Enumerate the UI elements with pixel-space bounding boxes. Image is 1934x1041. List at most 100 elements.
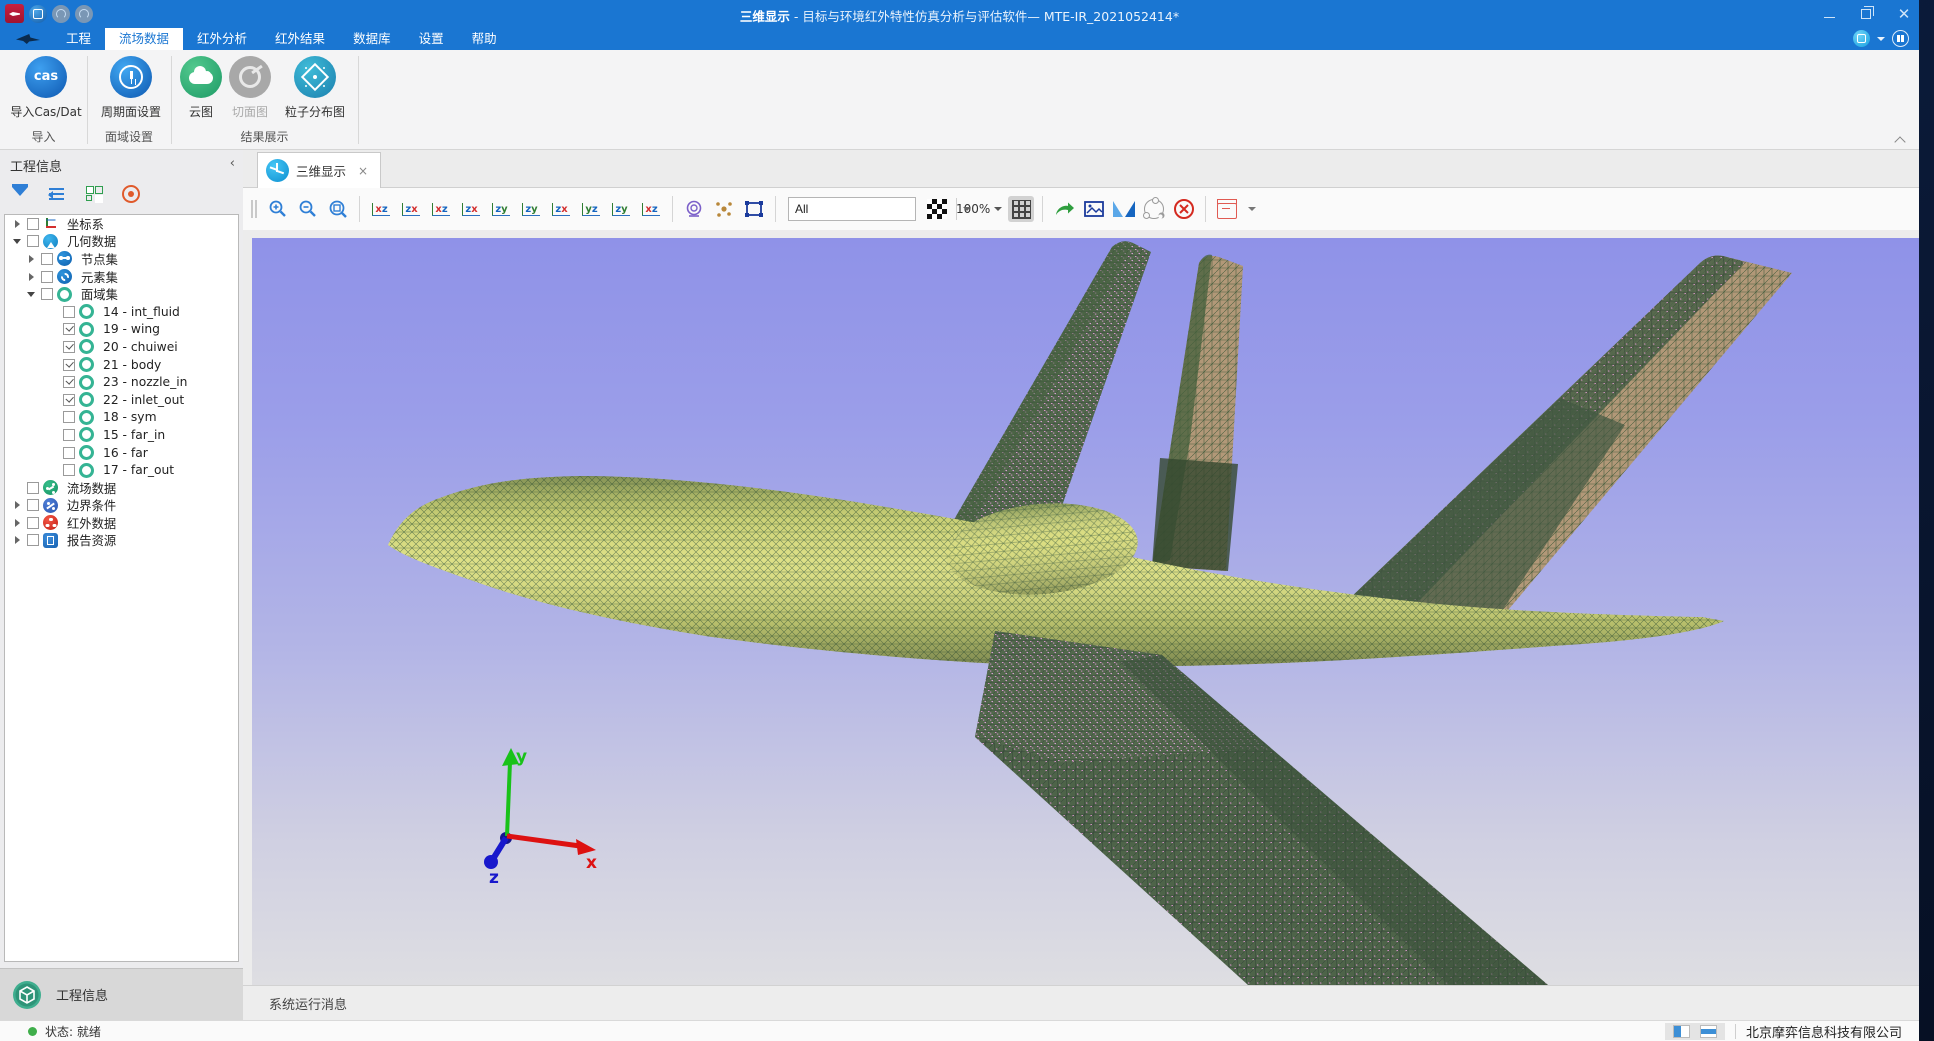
axis-view-button[interactable]: zx — [458, 196, 484, 222]
menu-item-database[interactable]: 数据库 — [339, 28, 405, 50]
tree-item[interactable]: 坐标系 — [5, 215, 238, 233]
cancel-icon[interactable] — [1171, 196, 1197, 222]
tab-close-icon[interactable]: × — [358, 164, 368, 178]
menu-item-settings[interactable]: 设置 — [405, 28, 458, 50]
axis-view-button[interactable]: xz — [368, 196, 394, 222]
menu-item-project[interactable]: 工程 — [52, 28, 105, 50]
visibility-checkbox[interactable] — [63, 341, 75, 353]
tree-item[interactable]: 19 - wing — [5, 321, 238, 339]
tree-item[interactable]: 16 - far — [5, 444, 238, 462]
axis-view-button[interactable]: xz — [428, 196, 454, 222]
orbit-icon[interactable] — [1141, 196, 1167, 222]
visibility-checkbox[interactable] — [63, 394, 75, 406]
axis-view-button[interactable]: zy — [608, 196, 634, 222]
project-info-panel-button[interactable]: 工程信息 — [0, 968, 243, 1020]
title-bar[interactable]: 三维显示 - 目标与环境红外特性仿真分析与评估软件— MTE-IR_202105… — [0, 0, 1919, 28]
visibility-checkbox[interactable] — [41, 253, 53, 265]
visibility-checkbox[interactable] — [63, 447, 75, 459]
axis-view-button[interactable]: zx — [398, 196, 424, 222]
tree-item[interactable]: 18 - sym — [5, 409, 238, 427]
grid-toggle-icon[interactable] — [1008, 196, 1034, 222]
tree-item[interactable]: 边界条件 — [5, 497, 238, 515]
visibility-checkbox[interactable] — [27, 517, 39, 529]
axis-view-button[interactable]: yz — [578, 196, 604, 222]
visibility-checkbox[interactable] — [41, 288, 53, 300]
minimize-button[interactable] — [1824, 10, 1835, 18]
zoom-in-icon[interactable] — [265, 196, 291, 222]
ribbon-collapse-icon[interactable] — [1896, 136, 1905, 142]
tree-item[interactable]: 20 - chuiwei — [5, 338, 238, 356]
axis-view-button[interactable]: zy — [488, 196, 514, 222]
import-casdat-button[interactable]: cas 导入Cas/Dat — [8, 56, 84, 120]
tree-item[interactable]: 17 - far_out — [5, 461, 238, 479]
tree-item[interactable]: 22 - inlet_out — [5, 391, 238, 409]
transparency-checker-icon[interactable] — [924, 196, 950, 222]
expander-closed-icon[interactable] — [11, 498, 25, 512]
menu-item-ir-analysis[interactable]: 红外分析 — [183, 28, 261, 50]
contour-button[interactable]: 云图 — [178, 56, 224, 120]
particle-distribution-button[interactable]: 粒子分布图 — [276, 56, 354, 120]
bottom-panel-toggle-icon[interactable] — [1700, 1025, 1717, 1038]
screenshot-icon[interactable] — [1081, 196, 1107, 222]
visibility-checkbox[interactable] — [63, 323, 75, 335]
package-dropdown-icon[interactable] — [1248, 207, 1256, 215]
mirror-icon[interactable] — [1111, 196, 1137, 222]
axis-view-button[interactable]: xz — [638, 196, 664, 222]
visibility-checkbox[interactable] — [63, 306, 75, 318]
axis-view-button[interactable]: zx — [548, 196, 574, 222]
expander-closed-icon[interactable] — [25, 270, 39, 284]
visibility-checkbox[interactable] — [27, 499, 39, 511]
zoom-out-icon[interactable] — [295, 196, 321, 222]
select-region-icon[interactable] — [741, 196, 767, 222]
tree-item[interactable]: 元素集 — [5, 268, 238, 286]
tree-item[interactable]: 面域集 — [5, 285, 238, 303]
display-filter-combobox[interactable] — [788, 197, 916, 221]
visibility-checkbox[interactable] — [27, 235, 39, 247]
visibility-checkbox[interactable] — [41, 271, 53, 283]
restore-button[interactable] — [1861, 9, 1871, 19]
export-arrow-icon[interactable] — [1051, 196, 1077, 222]
tree-item[interactable]: 23 - nozzle_in — [5, 373, 238, 391]
expander-open-icon[interactable] — [25, 287, 39, 301]
menu-item-ir-result[interactable]: 红外结果 — [261, 28, 339, 50]
periodic-surface-button[interactable]: 周期面设置 — [95, 56, 167, 120]
style-icon[interactable] — [1853, 30, 1870, 47]
expander-closed-icon[interactable] — [11, 533, 25, 547]
visibility-checkbox[interactable] — [27, 218, 39, 230]
locate-icon[interactable] — [121, 184, 141, 204]
visibility-checkbox[interactable] — [63, 429, 75, 441]
tree-item[interactable]: 15 - far_in — [5, 426, 238, 444]
panel-collapse-icon[interactable]: ‹ — [230, 156, 235, 171]
tab-3d-display[interactable]: 三维显示 × — [257, 152, 381, 188]
tree-item[interactable]: 节点集 — [5, 250, 238, 268]
visibility-checkbox[interactable] — [27, 482, 39, 494]
menu-item-flowfield[interactable]: 流场数据 — [105, 28, 183, 50]
style-dropdown-icon[interactable] — [1877, 37, 1885, 45]
tree-item[interactable]: 流场数据 — [5, 479, 238, 497]
expander-open-icon[interactable] — [11, 234, 25, 248]
tree-item[interactable]: 报告资源 — [5, 532, 238, 550]
collapse-list-icon[interactable] — [47, 184, 67, 204]
tree-item[interactable]: 红外数据 — [5, 514, 238, 532]
scatter-nodes-icon[interactable] — [711, 196, 737, 222]
menu-item-help[interactable]: 帮助 — [458, 28, 511, 50]
zoom-fit-icon[interactable] — [325, 196, 351, 222]
tree-item[interactable]: 几何数据 — [5, 233, 238, 251]
expander-closed-icon[interactable] — [11, 217, 25, 231]
tree-item[interactable]: 14 - int_fluid — [5, 303, 238, 321]
left-panel-toggle-icon[interactable] — [1673, 1025, 1690, 1038]
visibility-checkbox[interactable] — [63, 359, 75, 371]
filter-icon[interactable] — [10, 184, 30, 204]
visibility-checkbox[interactable] — [63, 464, 75, 476]
tree-item[interactable]: 21 - body — [5, 356, 238, 374]
visibility-checkbox[interactable] — [63, 411, 75, 423]
package-icon[interactable] — [1214, 196, 1240, 222]
expander-closed-icon[interactable] — [11, 516, 25, 530]
combobox-dropdown-icon[interactable] — [956, 198, 957, 220]
visibility-checkbox[interactable] — [63, 376, 75, 388]
grid-view-icon[interactable] — [84, 184, 104, 204]
close-button[interactable]: ✕ — [1897, 5, 1911, 23]
layout-icon[interactable] — [1892, 30, 1909, 47]
message-bar[interactable]: 系统运行消息 — [243, 985, 1919, 1020]
axis-view-button[interactable]: zy — [518, 196, 544, 222]
